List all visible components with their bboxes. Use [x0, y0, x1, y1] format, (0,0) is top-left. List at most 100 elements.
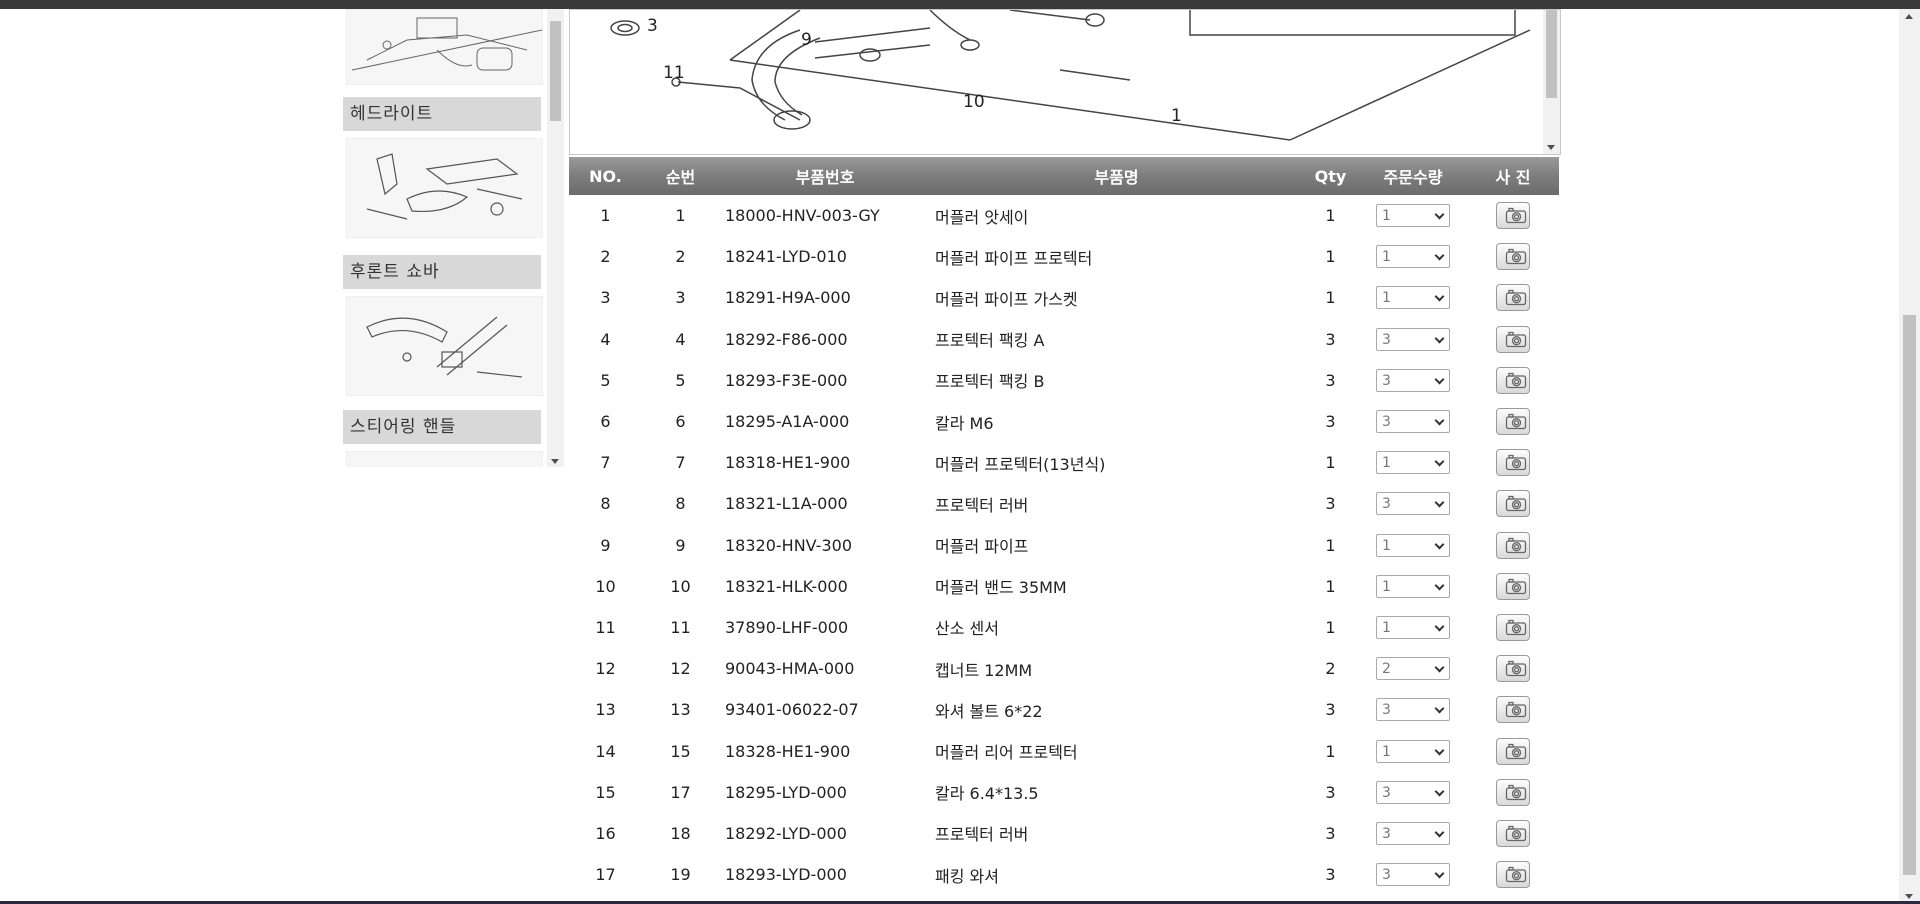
diagram-scroll-thumb[interactable]: [1546, 10, 1557, 98]
cell-part-name: 머플러 앗세이: [935, 207, 1029, 227]
order-qty-select[interactable]: 1: [1376, 451, 1450, 475]
photo-button[interactable]: [1496, 613, 1530, 641]
cell-part-name: 머플러 밴드 35MM: [935, 578, 1067, 598]
cell-no: 14: [595, 741, 616, 761]
photo-button[interactable]: [1496, 408, 1530, 436]
camera-icon: [1497, 862, 1529, 887]
cell-no: 11: [595, 617, 616, 637]
catalog-scrollbar[interactable]: [547, 9, 564, 467]
cell-no: 16: [595, 823, 616, 843]
photo-button[interactable]: [1496, 531, 1530, 559]
photo-button[interactable]: [1496, 490, 1530, 518]
order-qty-select[interactable]: 3: [1376, 410, 1450, 434]
order-qty-select[interactable]: 3: [1376, 821, 1450, 845]
chevron-down-icon: [1434, 292, 1445, 302]
cell-seq: 8: [675, 494, 686, 514]
cell-part-name: 머플러 파이프 프로텍터: [935, 248, 1093, 268]
cell-no: 2: [600, 247, 611, 267]
camera-glyph: [1505, 661, 1526, 677]
cell-photo: [1467, 401, 1559, 442]
cell-order-qty: 3: [1359, 360, 1467, 401]
cell-order-qty: 1: [1359, 566, 1467, 607]
photo-button[interactable]: [1496, 572, 1530, 600]
table-row: 3 3 18291-H9A-000 머플러 파이프 가스켓 1 1: [569, 277, 1559, 318]
cell-part-name: 머플러 파이프 가스켓: [935, 289, 1078, 309]
photo-button[interactable]: [1496, 655, 1530, 683]
chevron-down-icon: [1434, 333, 1445, 344]
catalog-thumbnail-headlight[interactable]: [346, 138, 543, 238]
order-qty-value: 3: [1382, 867, 1391, 884]
order-qty-select[interactable]: 3: [1376, 698, 1450, 722]
chevron-down-icon: [1434, 827, 1445, 838]
catalog-thumbnail-front-shock[interactable]: [346, 296, 543, 396]
photo-button[interactable]: [1496, 778, 1530, 806]
diagram-scrollbar[interactable]: [1543, 10, 1560, 154]
chevron-down-icon: [1434, 209, 1445, 220]
cell-part-no: 18321-HLK-000: [725, 576, 848, 596]
cell-photo: [1467, 648, 1559, 689]
camera-glyph: [1505, 249, 1526, 265]
order-qty-select[interactable]: 1: [1376, 533, 1450, 557]
photo-button[interactable]: [1496, 449, 1530, 477]
photo-button[interactable]: [1496, 696, 1530, 724]
table-row: 10 10 18321-HLK-000 머플러 밴드 35MM 1 1: [569, 566, 1559, 607]
cell-part-no: 18291-H9A-000: [725, 288, 851, 308]
photo-button[interactable]: [1496, 366, 1530, 394]
cell-seq: 18: [670, 823, 691, 843]
order-qty-select[interactable]: 3: [1376, 327, 1450, 351]
order-qty-select[interactable]: 1: [1376, 739, 1450, 763]
catalog-scroll-thumb[interactable]: [550, 21, 561, 121]
catalog-section-steering-handle[interactable]: 스티어링 핸들: [343, 410, 541, 444]
catalog-section-headlight[interactable]: 헤드라이트: [343, 97, 541, 131]
photo-button[interactable]: [1496, 819, 1530, 847]
page-scrollbar[interactable]: [1899, 9, 1920, 904]
order-qty-select[interactable]: 1: [1376, 615, 1450, 639]
table-row: 11 11 37890-LHF-000 산소 센서 1 1: [569, 607, 1559, 648]
order-qty-value: 1: [1382, 619, 1391, 636]
camera-glyph: [1505, 331, 1526, 347]
parts-catalog-panel[interactable]: 헤드라이트 후론트 쇼바 스티어링 핸들: [343, 9, 564, 467]
order-qty-select[interactable]: 1: [1376, 245, 1450, 269]
cell-order-qty: 3: [1359, 401, 1467, 442]
order-qty-select[interactable]: 2: [1376, 657, 1450, 681]
chevron-down-icon: [1434, 250, 1445, 261]
order-qty-select[interactable]: 1: [1376, 286, 1450, 310]
cell-photo: [1467, 772, 1559, 813]
camera-icon: [1497, 780, 1529, 805]
photo-button[interactable]: [1496, 861, 1530, 889]
order-qty-select[interactable]: 1: [1376, 204, 1450, 228]
table-row: 13 13 93401-06022-07 와셔 볼트 6*22 3 3: [569, 689, 1559, 730]
camera-glyph: [1505, 866, 1526, 883]
page-scroll-thumb[interactable]: [1903, 315, 1916, 875]
header-part-no: 부품번호: [719, 157, 931, 195]
chevron-down-icon: [1434, 539, 1445, 550]
order-qty-select[interactable]: 1: [1376, 574, 1450, 598]
photo-button[interactable]: [1496, 202, 1530, 230]
catalog-section-front-shock[interactable]: 후론트 쇼바: [343, 255, 541, 289]
photo-button[interactable]: [1496, 243, 1530, 271]
parts-diagram-panel[interactable]: 3 9 11 10 1: [569, 9, 1561, 155]
camera-icon: [1497, 533, 1529, 558]
order-qty-value: 3: [1382, 331, 1391, 348]
scroll-down-arrow-icon[interactable]: [551, 459, 559, 464]
section-label: 헤드라이트: [350, 104, 434, 124]
catalog-thumbnail-steering-handle[interactable]: [346, 451, 543, 467]
photo-button[interactable]: [1496, 284, 1530, 312]
order-qty-select[interactable]: 3: [1376, 368, 1450, 392]
scroll-down-arrow-icon[interactable]: [1905, 894, 1913, 899]
cell-qty: 3: [1325, 370, 1336, 390]
order-qty-select[interactable]: 3: [1376, 780, 1450, 804]
table-header-row: NO. 순번 부품번호 부품명 Qty 주문수량 사 진: [569, 157, 1559, 195]
catalog-thumbnail-previous[interactable]: [346, 9, 543, 85]
cell-seq: 17: [670, 782, 691, 802]
order-qty-select[interactable]: 3: [1376, 863, 1450, 887]
scroll-up-arrow-icon[interactable]: [1905, 14, 1913, 19]
photo-button[interactable]: [1496, 325, 1530, 353]
cell-part-no: 93401-06022-07: [725, 700, 859, 720]
cell-part-name: 산소 센서: [935, 619, 999, 639]
cell-order-qty: 1: [1359, 525, 1467, 566]
order-qty-select[interactable]: 3: [1376, 492, 1450, 516]
photo-button[interactable]: [1496, 737, 1530, 765]
scroll-down-arrow-icon[interactable]: [1547, 145, 1555, 150]
order-qty-value: 3: [1382, 784, 1391, 801]
